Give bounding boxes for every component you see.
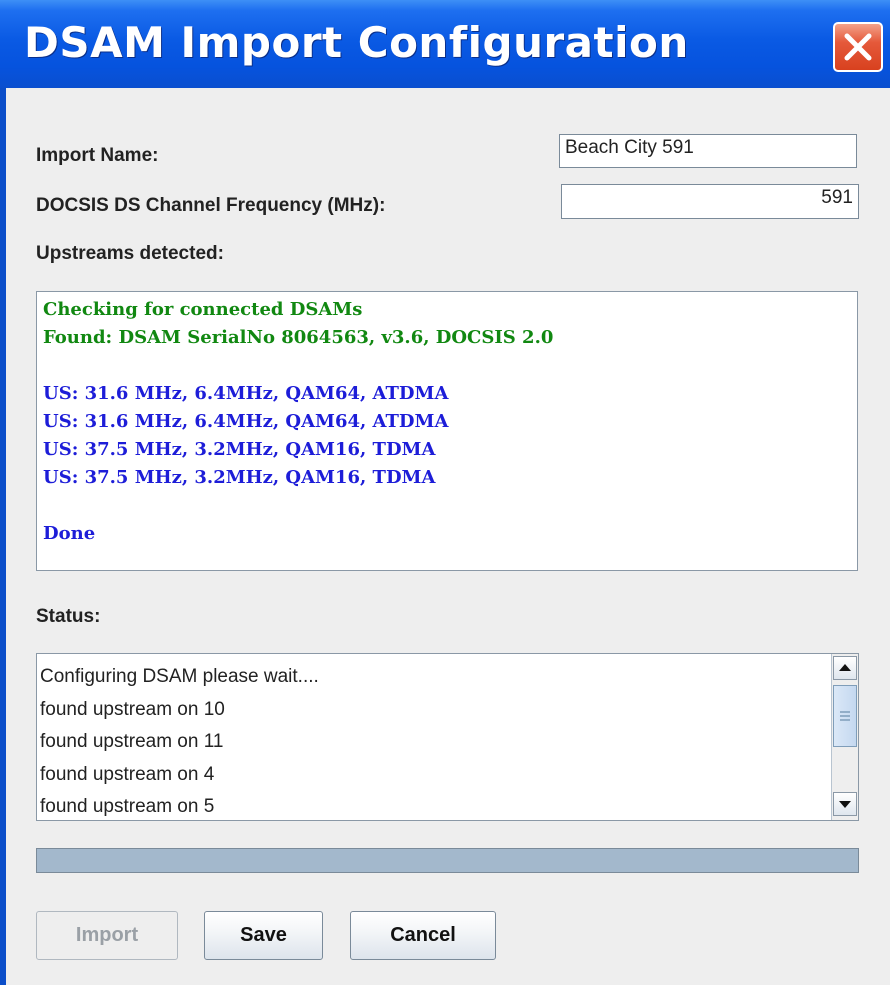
frequency-field[interactable]: 591 — [561, 184, 859, 219]
status-line: found upstream on 4 — [40, 763, 215, 785]
output-line: US: 31.6 MHz, 6.4MHz, QAM64, ATDMA — [43, 411, 449, 432]
import-button[interactable]: Import — [36, 911, 178, 960]
status-label: Status: — [36, 606, 101, 627]
scroll-up-button[interactable] — [833, 656, 857, 680]
status-text: Configuring DSAM please wait.... found up… — [40, 661, 319, 824]
close-button[interactable] — [833, 22, 883, 72]
progress-bar — [36, 848, 859, 873]
scroll-down-button[interactable] — [833, 792, 857, 816]
status-list[interactable]: Configuring DSAM please wait.... found up… — [36, 653, 859, 821]
status-line: found upstream on 5 — [40, 796, 215, 817]
output-line: Checking for connected DSAMs — [43, 299, 363, 320]
close-icon — [844, 33, 872, 61]
output-line: US: 31.6 MHz, 6.4MHz, QAM64, ATDMA — [43, 383, 449, 404]
output-line: US: 37.5 MHz, 3.2MHz, QAM16, TDMA — [43, 439, 436, 460]
save-button[interactable]: Save — [204, 911, 323, 960]
cancel-button[interactable]: Cancel — [350, 911, 496, 960]
dialog-window: DSAM Import Configuration Import Name: B… — [0, 0, 890, 985]
status-line: Configuring DSAM please wait.... — [40, 666, 319, 687]
title-bar[interactable]: DSAM Import Configuration — [0, 0, 890, 88]
arrow-up-icon — [839, 664, 851, 671]
scroll-grip-icon — [840, 711, 850, 721]
dialog-content: Import Name: Beach City 591 DOCSIS DS Ch… — [6, 88, 890, 985]
import-name-field[interactable]: Beach City 591 — [559, 134, 857, 168]
status-line: found upstream on 11 — [40, 731, 224, 752]
upstreams-output[interactable]: Checking for connected DSAMs Found: DSAM … — [36, 291, 858, 571]
scroll-thumb[interactable] — [833, 685, 857, 747]
status-scrollbar[interactable] — [831, 654, 858, 820]
window-title: DSAM Import Configuration — [24, 18, 689, 67]
output-line: US: 37.5 MHz, 3.2MHz, QAM16, TDMA — [43, 467, 436, 488]
import-name-label: Import Name: — [36, 145, 159, 166]
status-line: found upstream on 10 — [40, 698, 225, 720]
frequency-label: DOCSIS DS Channel Frequency (MHz): — [36, 195, 386, 216]
arrow-down-icon — [839, 801, 851, 808]
output-line: Done — [43, 523, 96, 544]
output-line: Found: DSAM SerialNo 8064563, v3.6, DOCS… — [43, 327, 554, 348]
upstreams-label: Upstreams detected: — [36, 243, 224, 264]
